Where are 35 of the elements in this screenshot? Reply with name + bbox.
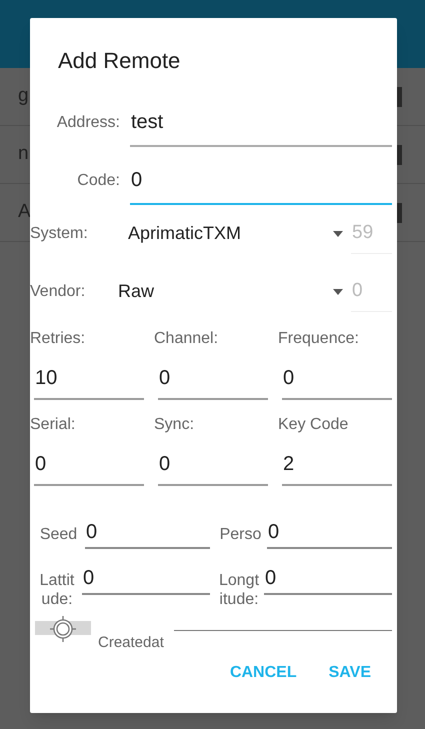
spinner-label: Vendor: [30, 282, 86, 302]
text-field[interactable]: test [130, 106, 392, 147]
field-label: Address: [56, 112, 120, 133]
field-label: Createdat [98, 632, 164, 653]
dropdown[interactable]: Raw [118, 278, 351, 306]
text-field[interactable]: 0 [34, 448, 144, 486]
field-label: Retries: [30, 328, 86, 349]
number-field: 0 [351, 272, 392, 312]
text-field[interactable]: 10 [34, 362, 144, 400]
text-field[interactable]: 0 [282, 362, 392, 400]
field-label: Serial: [30, 414, 76, 435]
number-field: 59 [351, 214, 392, 254]
text-field[interactable]: 2 [282, 448, 392, 486]
list-item-text: n [18, 142, 29, 166]
dropdown[interactable]: AprimaticTXM [128, 220, 351, 248]
field-label: Longtitude: [218, 570, 260, 609]
text-field[interactable]: 0 [82, 562, 210, 595]
list-item-text: g [18, 84, 29, 108]
dialog-title: Add Remote [57, 47, 182, 75]
field-label: Key Code [278, 414, 350, 435]
field-label: Code: [76, 170, 120, 191]
field-label: Sync: [154, 414, 196, 435]
field-label: Lattitude: [38, 570, 76, 609]
text-field[interactable]: 0 [267, 516, 392, 549]
text-field[interactable]: 0 [158, 362, 268, 400]
text-field[interactable]: 0 [130, 164, 392, 205]
list-item-text: A [18, 200, 31, 224]
text-field[interactable]: 0 [85, 516, 210, 549]
text-field[interactable]: 0 [158, 448, 268, 486]
field-label: Perso [218, 524, 262, 544]
field-label: Frequence: [278, 328, 360, 349]
field-label: Seed [38, 524, 78, 544]
text-field[interactable]: 0 [264, 562, 392, 595]
field-label: Channel: [154, 328, 220, 349]
spinner-label: System: [30, 224, 89, 244]
